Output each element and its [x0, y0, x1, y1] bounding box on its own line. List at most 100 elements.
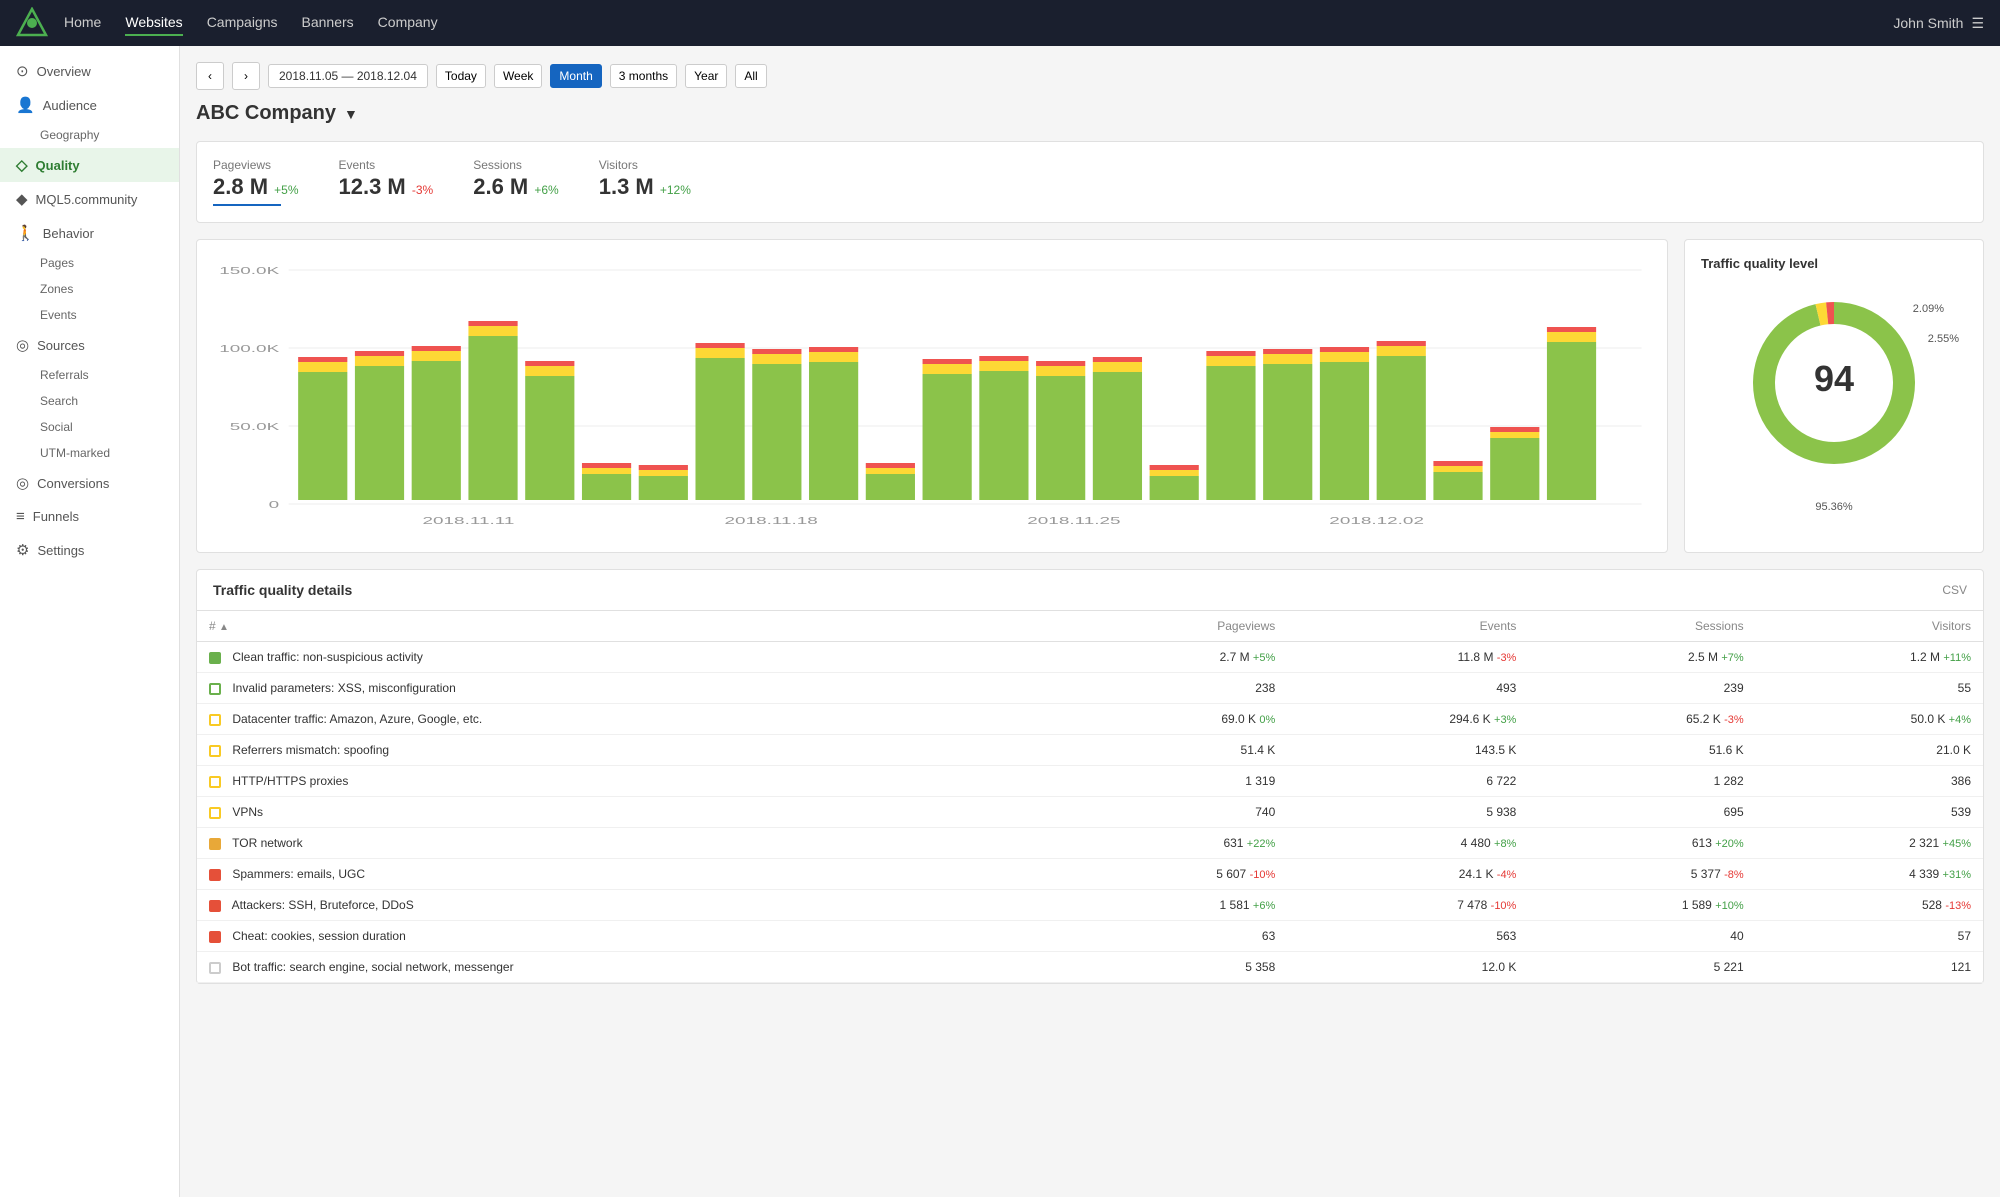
metric-visitors-value: 1.3 M +12% — [599, 174, 691, 200]
table-row: Cheat: cookies, session duration 63 563 … — [197, 921, 1983, 952]
metrics-row: Pageviews 2.8 M +5% Events 12.3 M -3% Se… — [196, 141, 1984, 223]
table-cell-label: Datacenter traffic: Amazon, Azure, Googl… — [197, 704, 1067, 735]
sidebar-item-social[interactable]: Social — [0, 414, 179, 440]
date-year-button[interactable]: Year — [685, 64, 727, 88]
sidebar-label-utm: UTM-marked — [40, 446, 110, 460]
table-row: Clean traffic: non-suspicious activity 2… — [197, 642, 1983, 673]
sidebar-item-audience[interactable]: 👤 Audience — [0, 88, 179, 122]
sidebar-label-mql5: MQL5.community — [36, 192, 138, 207]
sidebar-item-pages[interactable]: Pages — [0, 250, 179, 276]
row-label: Invalid parameters: XSS, misconfiguratio… — [232, 681, 455, 695]
sidebar-item-utm[interactable]: UTM-marked — [0, 440, 179, 466]
table-cell-label: Invalid parameters: XSS, misconfiguratio… — [197, 673, 1067, 704]
table-cell-label: Spammers: emails, UGC — [197, 859, 1067, 890]
company-dropdown-icon[interactable]: ▼ — [344, 106, 358, 122]
table-cell-pageviews: 51.4 K — [1067, 735, 1287, 766]
sidebar-label-search: Search — [40, 394, 78, 408]
sidebar-item-search[interactable]: Search — [0, 388, 179, 414]
table-cell-visitors: 386 — [1756, 766, 1983, 797]
user-menu[interactable]: John Smith ☰ — [1893, 15, 1984, 32]
table-cell-label: Cheat: cookies, session duration — [197, 921, 1067, 952]
sidebar-item-settings[interactable]: ⚙ Settings — [0, 533, 179, 567]
sidebar-label-conversions: Conversions — [37, 476, 109, 491]
row-label: Datacenter traffic: Amazon, Azure, Googl… — [232, 712, 482, 726]
sidebar-item-funnels[interactable]: ≡ Funnels — [0, 500, 179, 533]
row-label: Bot traffic: search engine, social netwo… — [232, 960, 513, 974]
bar-chart-svg: 150.0K 100.0K 50.0K 0 — [213, 256, 1651, 536]
table-row: Datacenter traffic: Amazon, Azure, Googl… — [197, 704, 1983, 735]
metric-pageviews-value: 2.8 M +5% — [213, 174, 299, 200]
date-prev-button[interactable]: ‹ — [196, 62, 224, 90]
table-row: Attackers: SSH, Bruteforce, DDoS 1 581 +… — [197, 890, 1983, 921]
table-cell-label: VPNs — [197, 797, 1067, 828]
sidebar-item-events[interactable]: Events — [0, 302, 179, 328]
company-header: ABC Company ▼ — [196, 102, 1984, 125]
sidebar-label-zones: Zones — [40, 282, 73, 296]
metric-pageviews-underline — [213, 204, 281, 206]
date-week-button[interactable]: Week — [494, 64, 542, 88]
table-cell-sessions: 2.5 M +7% — [1528, 642, 1755, 673]
sidebar-item-behavior[interactable]: 🚶 Behavior — [0, 216, 179, 250]
svg-text:2018.11.18: 2018.11.18 — [725, 515, 818, 526]
nav-websites[interactable]: Websites — [125, 10, 182, 36]
sidebar-label-funnels: Funnels — [33, 509, 79, 524]
sidebar-item-mql5[interactable]: ◆ MQL5.community — [0, 182, 179, 216]
sidebar-item-referrals[interactable]: Referrals — [0, 362, 179, 388]
table-cell-visitors: 1.2 M +11% — [1756, 642, 1983, 673]
sidebar-label-events: Events — [40, 308, 77, 322]
sidebar-item-sources[interactable]: ◎ Sources — [0, 328, 179, 362]
col-header-pageviews[interactable]: Pageviews — [1067, 611, 1287, 642]
row-indicator — [209, 900, 221, 912]
sidebar-item-quality[interactable]: ◇ Quality — [0, 148, 179, 182]
conversions-icon: ◎ — [16, 474, 29, 492]
metric-events-label: Events — [339, 158, 434, 172]
date-today-button[interactable]: Today — [436, 64, 486, 88]
sidebar: ⊙ Overview 👤 Audience Geography ◇ Qualit… — [0, 46, 180, 1197]
sidebar-item-conversions[interactable]: ◎ Conversions — [0, 466, 179, 500]
nav-company[interactable]: Company — [378, 10, 438, 36]
nav-home[interactable]: Home — [64, 10, 101, 36]
date-3months-button[interactable]: 3 months — [610, 64, 677, 88]
nav-banners[interactable]: Banners — [302, 10, 354, 36]
col-header-name[interactable]: # ▲ — [197, 611, 1067, 642]
table-cell-visitors: 121 — [1756, 952, 1983, 983]
main-content: ‹ › 2018.11.05 — 2018.12.04 Today Week M… — [180, 46, 2000, 1197]
col-header-sessions[interactable]: Sessions — [1528, 611, 1755, 642]
table-cell-visitors: 55 — [1756, 673, 1983, 704]
donut-chart: Traffic quality level 2.09% 2.55% — [1684, 239, 1984, 553]
metric-visitors-label: Visitors — [599, 158, 691, 172]
row-indicator — [209, 652, 221, 664]
col-header-events[interactable]: Events — [1287, 611, 1528, 642]
details-table: # ▲ Pageviews Events Sessions Visitors C… — [197, 611, 1983, 983]
row-label: Spammers: emails, UGC — [232, 867, 365, 881]
logo-icon[interactable] — [16, 7, 48, 39]
metric-pageviews-change: +5% — [274, 183, 298, 197]
sidebar-item-geography[interactable]: Geography — [0, 122, 179, 148]
row-label: HTTP/HTTPS proxies — [232, 774, 348, 788]
date-next-button[interactable]: › — [232, 62, 260, 90]
nav-items: Home Websites Campaigns Banners Company — [64, 10, 1893, 36]
metric-sessions-label: Sessions — [473, 158, 559, 172]
sidebar-label-overview: Overview — [37, 64, 91, 79]
sidebar-item-zones[interactable]: Zones — [0, 276, 179, 302]
sidebar-item-overview[interactable]: ⊙ Overview — [0, 54, 179, 88]
table-cell-pageviews: 1 581 +6% — [1067, 890, 1287, 921]
table-row: VPNs 740 5 938 695 539 — [197, 797, 1983, 828]
col-header-visitors[interactable]: Visitors — [1756, 611, 1983, 642]
csv-button[interactable]: CSV — [1942, 583, 1967, 597]
details-header: Traffic quality details CSV — [197, 570, 1983, 611]
table-cell-pageviews: 1 319 — [1067, 766, 1287, 797]
donut-center-value: 94 — [1814, 358, 1854, 399]
row-indicator — [209, 683, 221, 695]
sidebar-label-referrals: Referrals — [40, 368, 89, 382]
table-cell-events: 493 — [1287, 673, 1528, 704]
table-cell-sessions: 695 — [1528, 797, 1755, 828]
mql5-icon: ◆ — [16, 190, 28, 208]
chart-svg-wrapper: 150.0K 100.0K 50.0K 0 — [213, 256, 1651, 536]
donut-label-2-55: 2.55% — [1928, 333, 1959, 345]
svg-text:150.0K: 150.0K — [219, 265, 279, 276]
date-month-button[interactable]: Month — [550, 64, 601, 88]
date-all-button[interactable]: All — [735, 64, 766, 88]
nav-campaigns[interactable]: Campaigns — [207, 10, 278, 36]
row-label: Cheat: cookies, session duration — [232, 929, 405, 943]
